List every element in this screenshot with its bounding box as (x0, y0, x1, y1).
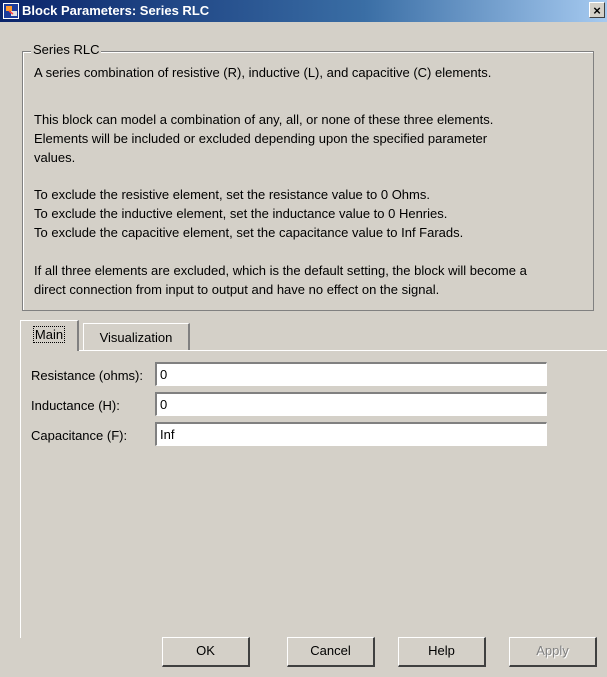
groupbox-title: Series RLC (31, 42, 102, 57)
description-line: Elements will be included or excluded de… (34, 131, 488, 146)
tab-main-label: Main (32, 326, 66, 343)
simulink-block-icon[interactable] (3, 3, 19, 19)
description-line: To exclude the inductive element, set th… (34, 206, 448, 221)
description-line: To exclude the capacitive element, set t… (34, 225, 464, 240)
description-line: values. (34, 150, 76, 165)
tab-main[interactable]: Main (20, 320, 79, 351)
resistance-label: Resistance (ohms): (31, 368, 143, 383)
tab-visualization[interactable]: Visualization (83, 323, 190, 351)
capacitance-input[interactable]: Inf (155, 422, 547, 446)
inductance-label: Inductance (H): (31, 398, 120, 413)
apply-button[interactable]: Apply (509, 637, 597, 667)
close-button[interactable]: × (589, 2, 605, 18)
description-line: If all three elements are excluded, whic… (34, 263, 527, 278)
help-button[interactable]: Help (398, 637, 486, 667)
tab-visualization-label: Visualization (99, 330, 173, 345)
ok-button[interactable]: OK (162, 637, 250, 667)
description-line: To exclude the resistive element, set th… (34, 187, 430, 202)
description-line: A series combination of resistive (R), i… (34, 65, 492, 80)
close-icon: × (593, 3, 601, 18)
capacitance-label: Capacitance (F): (31, 428, 128, 443)
resistance-input[interactable]: 0 (155, 362, 547, 386)
cancel-button[interactable]: Cancel (287, 637, 375, 667)
title-bar[interactable]: Block Parameters: Series RLC × (0, 0, 607, 22)
window-title: Block Parameters: Series RLC (22, 3, 210, 18)
inductance-input[interactable]: 0 (155, 392, 547, 416)
description-line: This block can model a combination of an… (34, 112, 494, 127)
description-line: direct connection from input to output a… (34, 282, 440, 297)
